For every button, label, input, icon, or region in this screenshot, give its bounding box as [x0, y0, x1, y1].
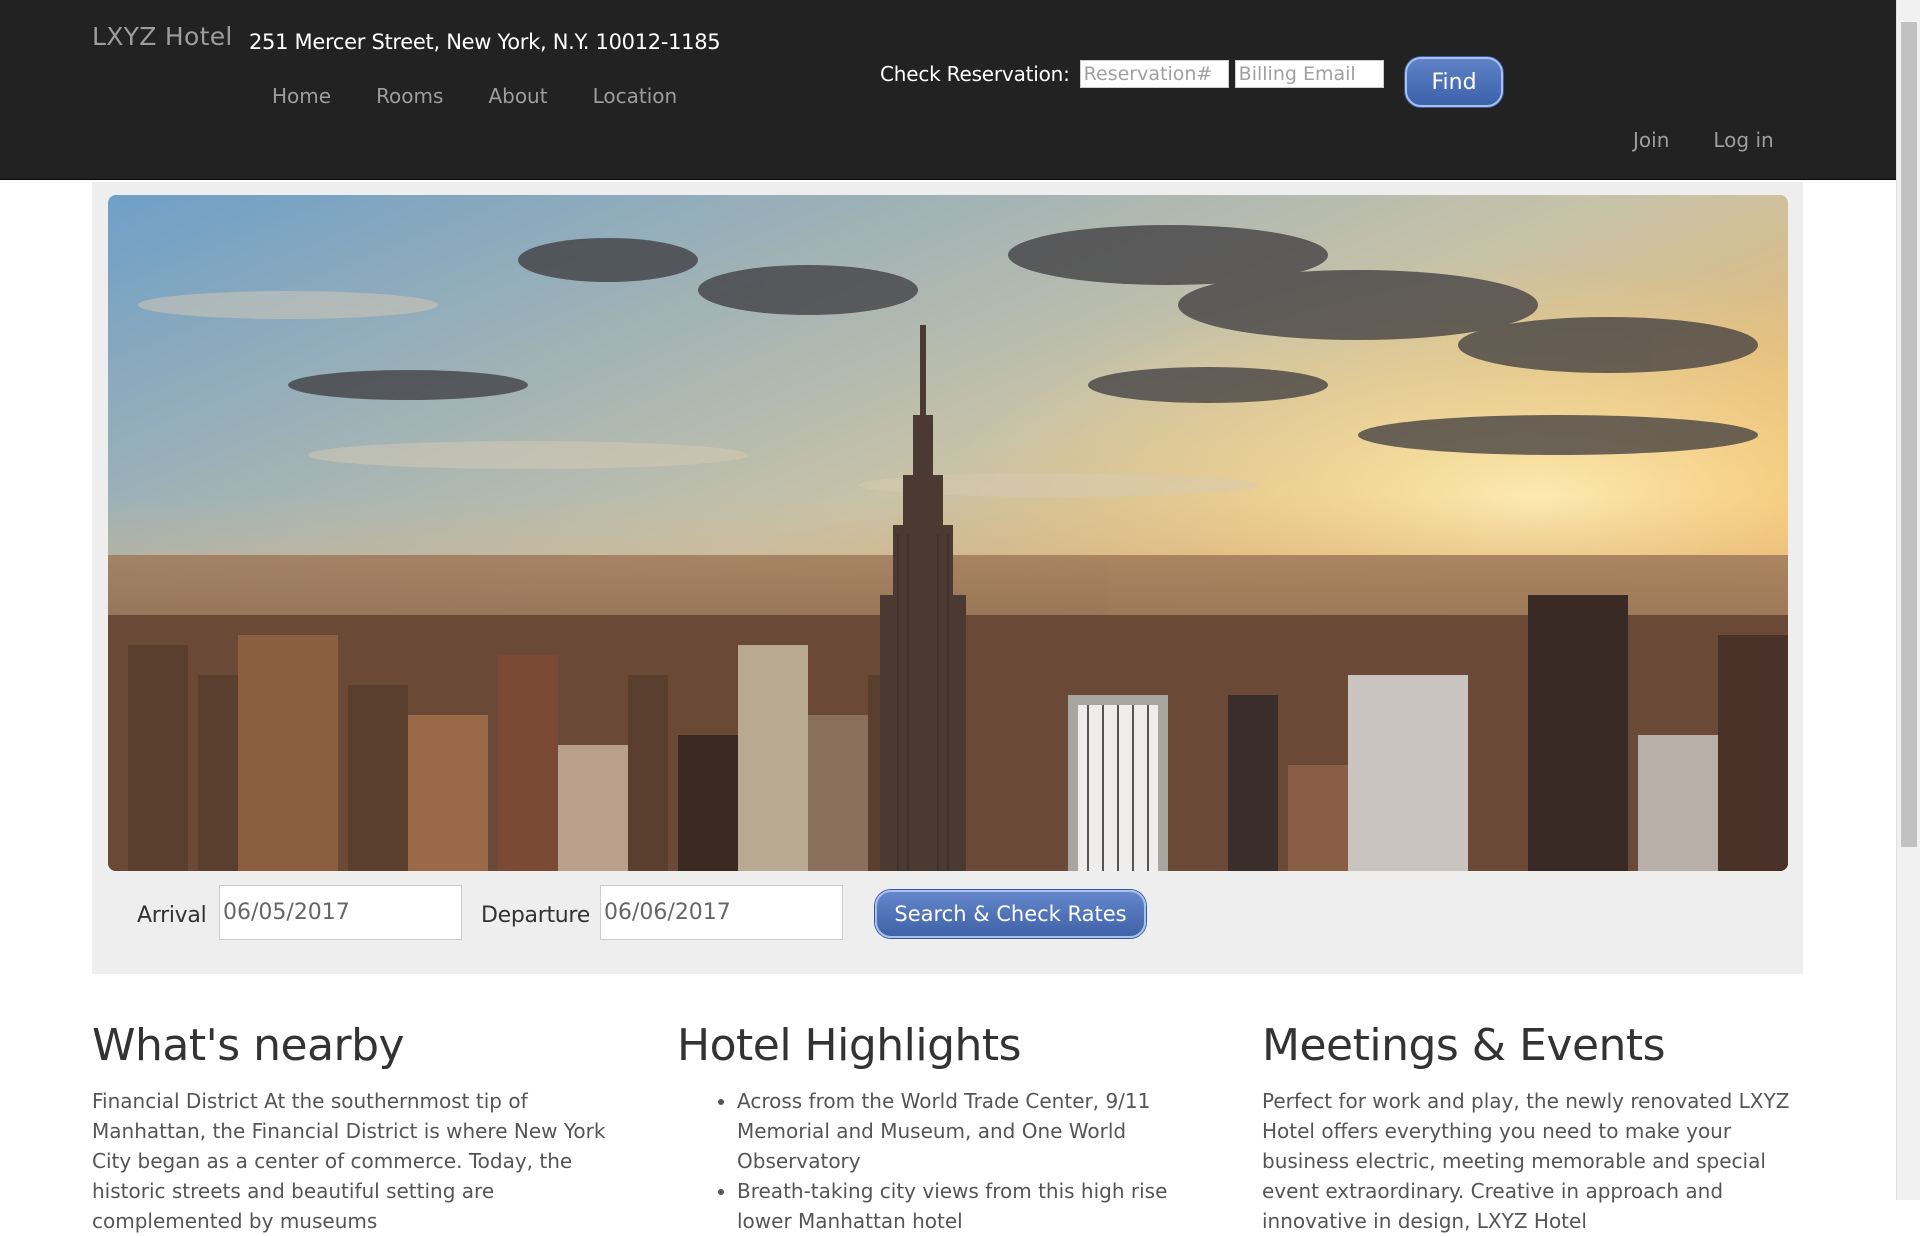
join-link[interactable]: Join	[1633, 128, 1669, 152]
whats-nearby-section: What's nearby Financial District At the …	[92, 1020, 642, 1236]
hotel-highlights-title: Hotel Highlights	[677, 1020, 1022, 1071]
brand-logo[interactable]: LXYZ Hotel	[92, 22, 233, 51]
find-button[interactable]: Find	[1405, 57, 1503, 107]
nav-link-about[interactable]: About	[488, 84, 547, 108]
main-nav: Home Rooms About Location	[272, 84, 722, 108]
list-item: Across from the World Trade Center, 9/11…	[737, 1086, 1227, 1176]
arrival-date-input[interactable]	[219, 885, 462, 940]
page-scrollbar[interactable]	[1896, 0, 1920, 1200]
hotel-address: 251 Mercer Street, New York, N.Y. 10012-…	[249, 30, 721, 54]
check-reservation-form: Check Reservation:	[880, 60, 1390, 88]
whats-nearby-text: Financial District At the southernmost t…	[92, 1089, 606, 1234]
skyline-image	[108, 195, 1788, 871]
arrival-label: Arrival	[137, 903, 207, 928]
hero-image	[108, 195, 1788, 871]
check-reservation-label: Check Reservation:	[880, 62, 1070, 86]
meetings-events-section: Meetings & Events Perfect for work and p…	[1262, 1020, 1812, 1236]
hotel-highlights-section: Hotel Highlights Across from the World T…	[677, 1020, 1227, 1236]
meetings-events-text: Perfect for work and play, the newly ren…	[1262, 1089, 1790, 1234]
nav-link-home[interactable]: Home	[272, 84, 331, 108]
nav-link-location[interactable]: Location	[593, 84, 678, 108]
top-navbar: LXYZ Hotel 251 Mercer Street, New York, …	[0, 0, 1896, 180]
whats-nearby-title: What's nearby	[92, 1020, 405, 1071]
hero-section: Arrival Departure Search & Check Rates	[92, 182, 1803, 974]
login-link[interactable]: Log in	[1713, 128, 1773, 152]
list-item: Breath-taking city views from this high …	[737, 1176, 1227, 1236]
departure-date-input[interactable]	[600, 885, 843, 940]
reservation-number-input[interactable]	[1079, 60, 1229, 88]
highlights-list: Across from the World Trade Center, 9/11…	[677, 1086, 1227, 1236]
auth-links: Join Log in	[1633, 128, 1818, 152]
billing-email-input[interactable]	[1234, 60, 1384, 88]
scrollbar-thumb[interactable]	[1901, 22, 1917, 847]
booking-form: Arrival Departure Search & Check Rates	[92, 885, 1803, 945]
nav-link-rooms[interactable]: Rooms	[376, 84, 443, 108]
meetings-events-title: Meetings & Events	[1262, 1020, 1666, 1071]
departure-label: Departure	[481, 903, 590, 928]
search-check-rates-button[interactable]: Search & Check Rates	[875, 890, 1146, 938]
